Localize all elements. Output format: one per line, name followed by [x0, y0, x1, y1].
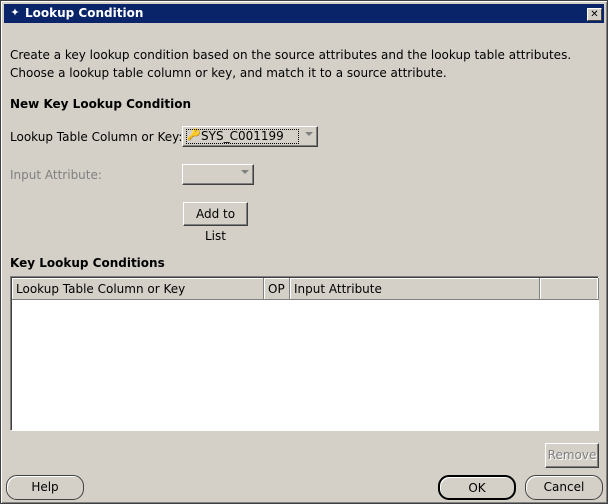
- close-button[interactable]: ✕: [587, 8, 602, 21]
- close-icon: ✕: [590, 9, 599, 20]
- focus-ring: [186, 129, 299, 144]
- chevron-down-icon: [305, 132, 313, 136]
- title-bar[interactable]: ✦ Lookup Condition ✕: [4, 4, 604, 23]
- ok-button[interactable]: OK: [438, 475, 516, 500]
- table-header: Lookup Table Column or Key OP Input Attr…: [12, 278, 599, 300]
- dialog-description: Create a key lookup condition based on t…: [10, 48, 572, 80]
- remove-button[interactable]: Remove: [545, 443, 599, 468]
- app-logo-icon: ✦: [10, 6, 20, 19]
- chevron-down-icon: [241, 170, 249, 174]
- key-lookup-conditions-heading: Key Lookup Conditions: [10, 256, 165, 270]
- input-attribute-select[interactable]: [182, 164, 254, 185]
- new-condition-heading: New Key Lookup Condition: [10, 97, 192, 111]
- conditions-table[interactable]: Lookup Table Column or Key OP Input Attr…: [10, 276, 599, 431]
- column-header-input-attribute[interactable]: Input Attribute: [290, 278, 540, 300]
- column-header-lookup[interactable]: Lookup Table Column or Key: [12, 278, 264, 300]
- lookup-column-select[interactable]: 🔑 SYS_C001199: [182, 126, 318, 147]
- cancel-button[interactable]: Cancel: [525, 475, 603, 500]
- input-attribute-label: Input Attribute:: [10, 168, 102, 182]
- help-button[interactable]: Help: [6, 475, 84, 500]
- add-to-list-button[interactable]: Add to List: [183, 202, 248, 243]
- lookup-column-label: Lookup Table Column or Key:: [10, 130, 183, 144]
- column-header-op[interactable]: OP: [264, 278, 290, 300]
- lookup-condition-dialog: ✦ Lookup Condition ✕ Create a key lookup…: [0, 0, 608, 504]
- window-title: Lookup Condition: [25, 6, 144, 20]
- column-header-extra[interactable]: [540, 278, 599, 300]
